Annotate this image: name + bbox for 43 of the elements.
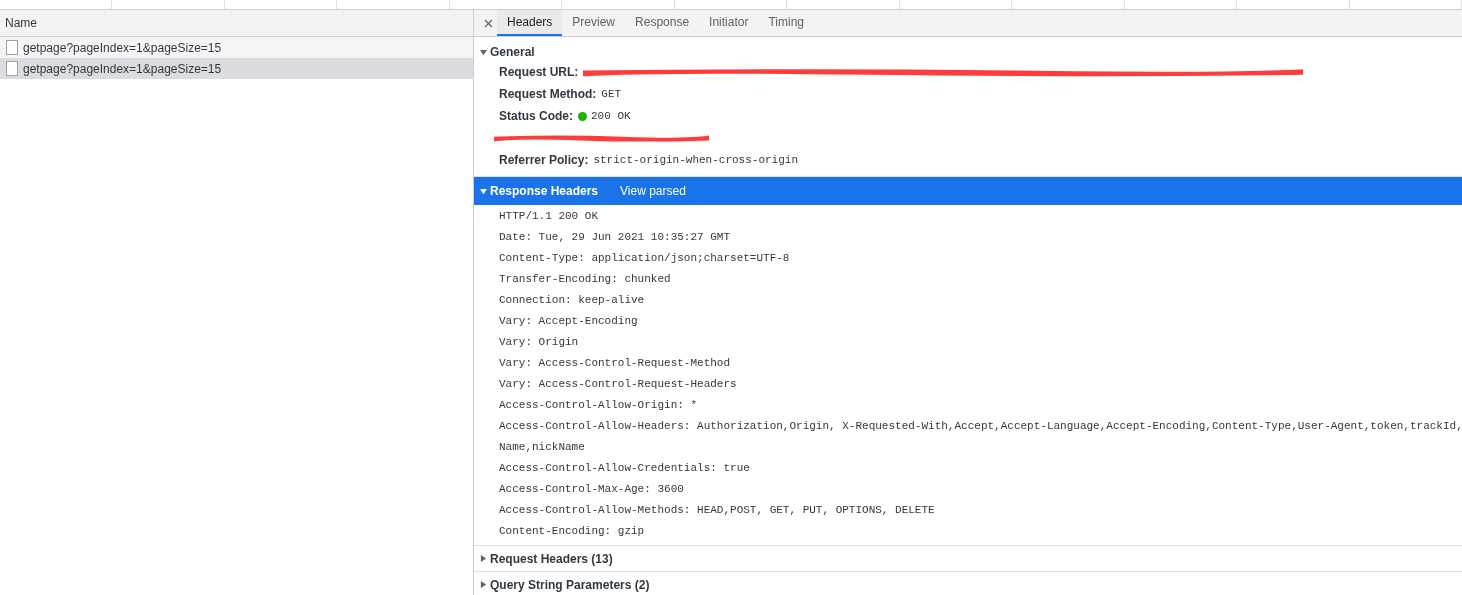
header-value: strict-origin-when-cross-origin	[593, 152, 798, 168]
header-line: Access-Control-Allow-Credentials: true	[498, 461, 751, 477]
header-line: Access-Control-Max-Age: 3600	[498, 482, 685, 498]
header-line: Name,nickName	[498, 440, 586, 456]
view-parsed-link[interactable]: View parsed	[620, 182, 686, 200]
header-line: Access-Control-Allow-Methods: HEAD,POST, GET, PUT, OPTIONS, DELETE	[498, 503, 936, 519]
request-row[interactable]: getpage?pageIndex=1&pageSize=15	[0, 58, 473, 79]
collapsed-triangle-icon	[480, 555, 487, 562]
section-header[interactable]: Request Headers (13)	[474, 546, 1462, 572]
expanded-triangle-icon	[480, 48, 487, 56]
header-line: Connection: keep-alive	[498, 293, 646, 309]
tab[interactable]: Headers	[497, 10, 563, 36]
header-line: Access-Control-Allow-Headers: Authorization,Origin, X-Requested-With,Accept,Accept-Language,Accept-Encoding,Content-Type,User-Agent,token,trackId,	[498, 419, 1462, 435]
tab[interactable]: Response	[625, 10, 700, 36]
header-line: Vary: Access-Control-Request-Method	[498, 356, 732, 372]
tab[interactable]: Timing	[758, 10, 814, 36]
close-icon	[484, 18, 493, 28]
header-name: Request Method:	[499, 86, 597, 103]
header-line: Access-Control-Allow-Origin: *	[498, 398, 699, 414]
header-value: GET	[601, 86, 622, 102]
header-name: Request URL:	[499, 64, 579, 81]
request-row[interactable]: getpage?pageIndex=1&pageSize=15	[0, 37, 473, 58]
document-icon	[6, 61, 18, 76]
expanded-triangle-icon	[480, 187, 487, 195]
header-name: Referrer Policy:	[499, 152, 589, 169]
document-icon	[6, 40, 18, 55]
collapsed-triangle-icon	[480, 581, 487, 588]
header-line: Vary: Accept-Encoding	[498, 314, 639, 330]
section-header[interactable]: Response Headers View parsed	[474, 177, 1462, 205]
header-line: Vary: Access-Control-Request-Headers	[498, 377, 738, 393]
header-line: HTTP/1.1 200 OK	[498, 209, 600, 225]
column-header[interactable]: Name	[0, 10, 473, 37]
header-value: 200 OK	[591, 108, 631, 124]
header-line: Content-Type: application/json;charset=UTF-8	[498, 251, 791, 267]
header-line: Content-Encoding: gzip	[498, 524, 646, 540]
tab[interactable]: Preview	[562, 10, 626, 36]
header-line: Transfer-Encoding: chunked	[498, 272, 672, 288]
section-header[interactable]: Query String Parameters (2)	[474, 572, 1462, 595]
section-header[interactable]: General	[474, 43, 1462, 61]
header-line: Vary: Origin	[498, 335, 580, 351]
header-line: Date: Tue, 29 Jun 2021 10:35:27 GMT	[498, 230, 732, 246]
header-name: Status Code:	[499, 108, 573, 125]
tab[interactable]: Initiator	[699, 10, 759, 36]
